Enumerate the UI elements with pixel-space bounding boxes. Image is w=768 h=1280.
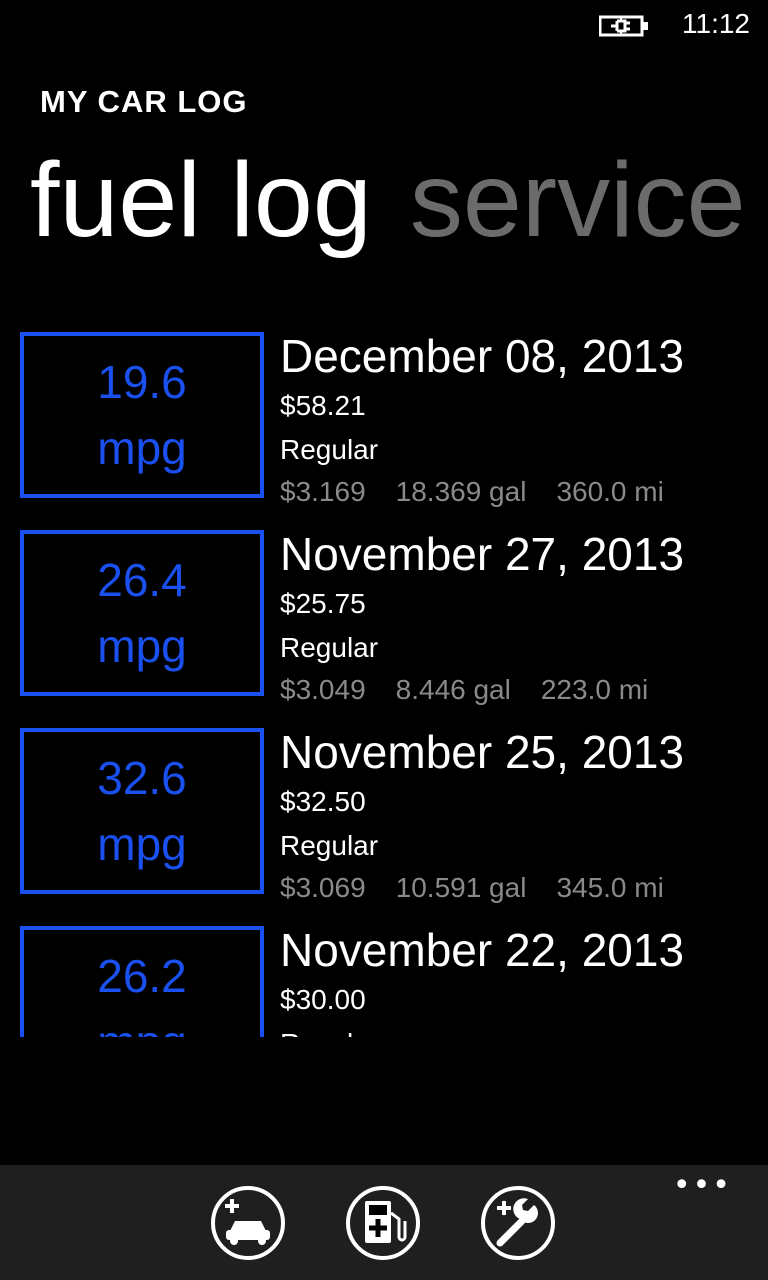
mpg-value: 19.6 (97, 356, 187, 408)
pivot-tab-service[interactable]: service (410, 140, 746, 260)
entry-details: December 08, 2013 $58.21 Regular $3.169 1… (280, 330, 694, 508)
mpg-tile: 26.4 mpg (20, 530, 264, 696)
more-options-button[interactable]: ••• (673, 1171, 732, 1201)
entry-grade: Regular (280, 632, 379, 663)
pivot-header: fuel log service (30, 140, 746, 260)
entry-date: November 25, 2013 (280, 726, 685, 778)
clock: 11:12 (682, 8, 750, 39)
entry-stats: $3.169 18.369 gal 360.0 mi (280, 476, 694, 508)
entry-stats: $3.069 10.591 gal 345.0 mi (280, 872, 694, 904)
entry-price: $3.049 (280, 674, 366, 705)
entry-date: November 27, 2013 (280, 528, 685, 580)
battery-charging-icon (599, 15, 648, 37)
entry-miles: 360.0 mi (556, 476, 664, 507)
entry-miles: 223.0 mi (540, 674, 649, 705)
fuel-entry[interactable]: 26.4 mpg November 27, 2013 $25.75 Regula… (0, 528, 768, 726)
app-bar: ••• (0, 1165, 768, 1280)
entry-details: November 27, 2013 $25.75 Regular $3.049 8… (280, 528, 684, 706)
fuel-entry[interactable]: 26.2 mpg November 22, 2013 $30.00 Regula… (0, 924, 768, 1037)
app-title: MY CAR LOG (40, 84, 248, 119)
fuel-entry[interactable]: 32.6 mpg November 25, 2013 $32.50 Regula… (0, 726, 768, 924)
entry-cost: $30.00 (280, 984, 366, 1015)
entry-price: $3.069 (280, 872, 366, 903)
mpg-unit: mpg (97, 1009, 186, 1037)
fuel-entry[interactable]: 19.6 mpg December 08, 2013 $58.21 Regula… (0, 330, 768, 528)
entry-price: $3.169 (280, 476, 366, 507)
entry-grade: Regular (280, 830, 379, 861)
mpg-unit: mpg (97, 818, 187, 870)
mpg-value: 26.2 (97, 950, 187, 1002)
entry-details: November 22, 2013 $30.00 Regular (280, 924, 684, 1037)
entry-date: December 08, 2013 (280, 330, 685, 382)
pivot-tab-fuel-log[interactable]: fuel log (30, 140, 372, 260)
entry-gallons: 8.446 gal (395, 674, 511, 705)
mpg-tile: 19.6 mpg (20, 332, 264, 498)
entry-cost: $25.75 (280, 588, 366, 619)
mpg-unit: mpg (97, 422, 187, 474)
mpg-value: 32.6 (97, 752, 187, 804)
entry-gallons: 10.591 gal (395, 872, 527, 903)
entry-details: November 25, 2013 $32.50 Regular $3.069 1… (280, 726, 694, 904)
fuel-log-list[interactable]: 19.6 mpg December 08, 2013 $58.21 Regula… (0, 330, 768, 1037)
mpg-unit: mpg (97, 620, 187, 672)
entry-gallons: 18.369 gal (395, 476, 527, 507)
mpg-tile: 26.2 mpg (20, 926, 264, 1037)
entry-stats: $3.049 8.446 gal 223.0 mi (280, 674, 684, 706)
entry-cost: $32.50 (280, 786, 366, 817)
entry-miles: 345.0 mi (556, 872, 664, 903)
entry-grade: Regular (280, 1028, 684, 1037)
entry-date: November 22, 2013 (280, 924, 685, 976)
status-bar: 11:12 (0, 0, 768, 50)
add-fuel-icon[interactable] (345, 1185, 421, 1261)
add-service-icon[interactable] (480, 1185, 556, 1261)
entry-grade: Regular (280, 434, 379, 465)
add-car-icon[interactable] (210, 1185, 286, 1261)
mpg-value: 26.4 (97, 554, 187, 606)
mpg-tile: 32.6 mpg (20, 728, 264, 894)
entry-cost: $58.21 (280, 390, 366, 421)
